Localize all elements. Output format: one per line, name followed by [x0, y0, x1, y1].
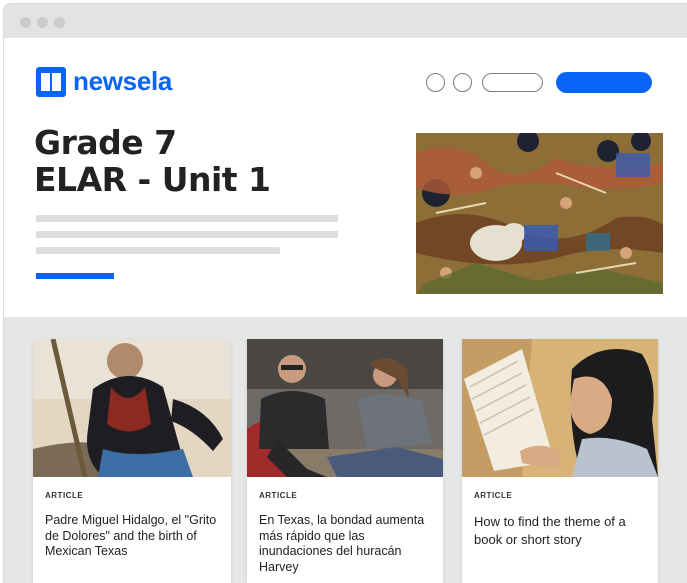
article-card-type: ARTICLE — [259, 491, 298, 500]
unit-cover-image — [416, 133, 663, 294]
page-title-line-1: Grade 7 — [34, 123, 177, 162]
article-card-title[interactable]: Padre Miguel Hidalgo, el "Grito de Dolor… — [45, 513, 221, 560]
newsela-logo[interactable]: newsela — [36, 66, 172, 97]
description-placeholder-line-2 — [36, 231, 338, 238]
article-card-title[interactable]: En Texas, la bondad aumenta más rápido q… — [259, 513, 437, 575]
browser-window: newsela Grade 7 ELAR - Unit 1 ARTICLE Pa… — [4, 4, 687, 583]
article-card[interactable]: ARTICLE En Texas, la bondad aumenta más … — [247, 339, 443, 583]
article-card-type: ARTICLE — [45, 491, 84, 500]
window-close-dot[interactable] — [20, 17, 31, 28]
article-cards-section: ARTICLE Padre Miguel Hidalgo, el "Grito … — [4, 317, 687, 583]
unit-header: newsela Grade 7 ELAR - Unit 1 — [4, 38, 687, 317]
page-title: Grade 7 ELAR - Unit 1 — [34, 124, 271, 198]
description-placeholder-line-1 — [36, 215, 338, 222]
newsela-logo-text: newsela — [73, 66, 173, 96]
nav-circle-button-2[interactable] — [453, 73, 472, 92]
article-card[interactable]: ARTICLE How to find the theme of a book … — [462, 339, 658, 583]
article-card-image — [33, 339, 231, 477]
accent-bar — [36, 273, 114, 279]
newsela-logo-icon — [36, 66, 66, 97]
description-placeholder-line-3 — [36, 247, 280, 254]
window-maximize-dot[interactable] — [54, 17, 65, 28]
article-card-image — [247, 339, 443, 477]
article-card-image — [462, 339, 658, 477]
window-titlebar — [4, 4, 687, 38]
nav-primary-button[interactable] — [556, 72, 652, 93]
article-card-type: ARTICLE — [474, 491, 513, 500]
window-minimize-dot[interactable] — [37, 17, 48, 28]
article-card-title[interactable]: How to find the theme of a book or short… — [474, 513, 650, 549]
nav-circle-button-1[interactable] — [426, 73, 445, 92]
article-card[interactable]: ARTICLE Padre Miguel Hidalgo, el "Grito … — [33, 339, 231, 583]
page-title-line-2: ELAR - Unit 1 — [34, 160, 271, 199]
nav-outline-button[interactable] — [482, 73, 543, 92]
